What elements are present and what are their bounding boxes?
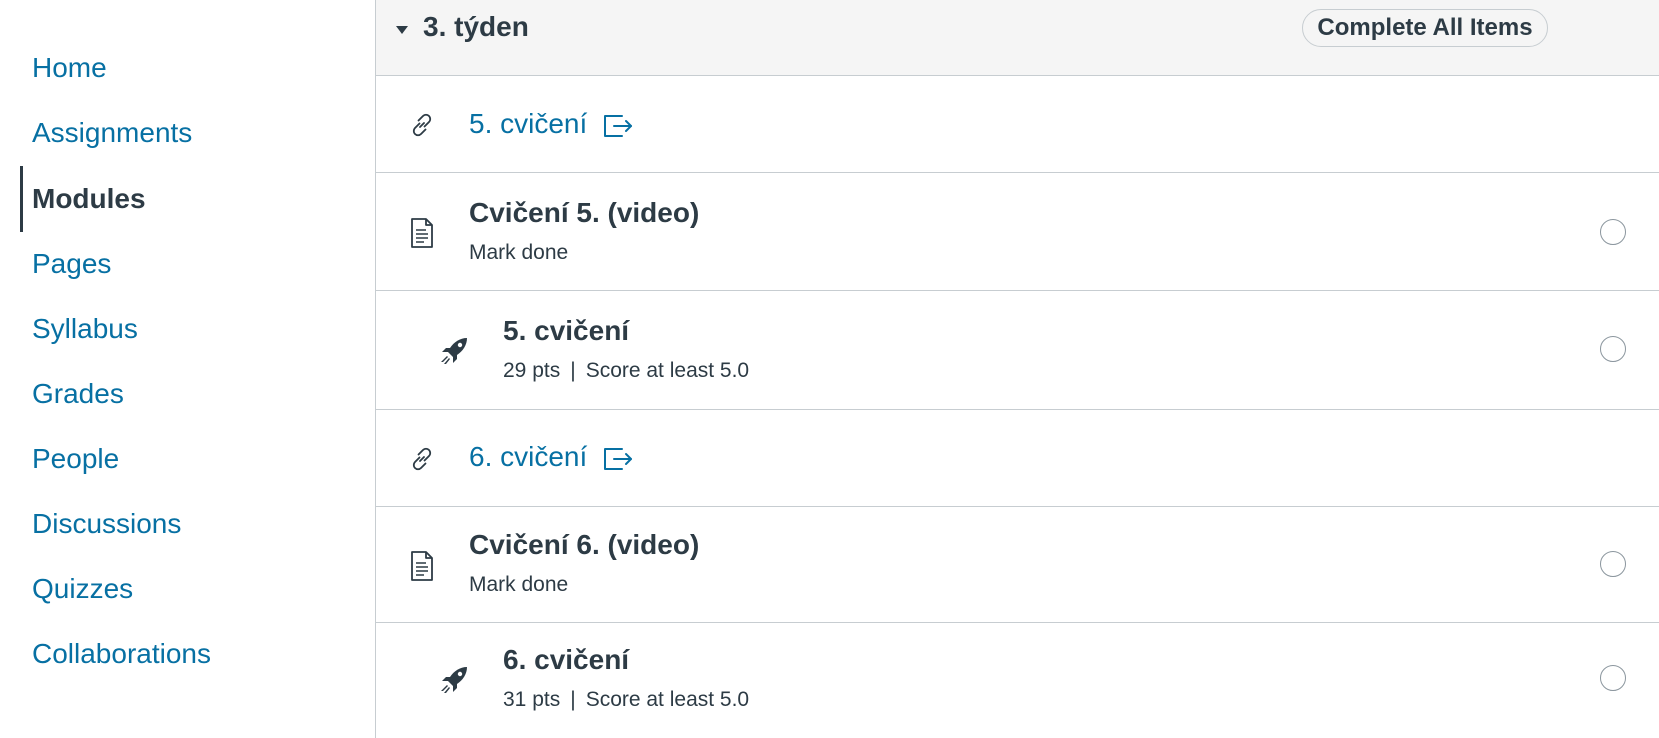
- points-text: 31 pts: [503, 688, 561, 711]
- nav-item-quizzes[interactable]: Quizzes: [32, 566, 133, 612]
- module-title: 3. týden: [423, 11, 529, 42]
- nav-item-syllabus[interactable]: Syllabus: [32, 306, 138, 352]
- separator: |: [570, 359, 576, 382]
- module-item-quiz: 5. cvičení 29 pts | Score at least 5.0: [376, 291, 1659, 410]
- nav-item-modules[interactable]: Modules: [32, 176, 146, 222]
- nav-item-collaborations[interactable]: Collaborations: [32, 631, 211, 677]
- separator: |: [570, 688, 576, 711]
- module-item-external-link: 5. cvičení: [376, 76, 1659, 173]
- module-header[interactable]: 3. týden Complete All Items: [376, 0, 1659, 76]
- rocket-icon: [441, 338, 467, 364]
- completion-status-circle: [1600, 665, 1626, 691]
- nav-item-pages[interactable]: Pages: [32, 241, 111, 287]
- module-item-quiz: 6. cvičení 31 pts | Score at least 5.0: [376, 623, 1659, 738]
- external-link-icon[interactable]: [602, 445, 634, 473]
- page-title[interactable]: Cvičení 6. (video): [469, 527, 699, 563]
- document-icon: [411, 218, 433, 248]
- points-text: 29 pts: [503, 359, 561, 382]
- document-icon: [411, 551, 433, 581]
- requirement-text: Score at least 5.0: [585, 688, 750, 711]
- course-navigation: Home Assignments Modules Pages Syllabus …: [0, 0, 376, 738]
- external-link-icon[interactable]: [602, 112, 634, 140]
- nav-item-home[interactable]: Home: [32, 45, 107, 91]
- nav-item-grades[interactable]: Grades: [32, 371, 124, 417]
- completion-status-circle: [1600, 551, 1626, 577]
- module-item-external-link: 6. cvičení: [376, 410, 1659, 507]
- quiz-details: 31 pts | Score at least 5.0: [503, 686, 749, 714]
- module-panel: 3. týden Complete All Items 5. cvičení C…: [375, 0, 1659, 738]
- requirement-text: Score at least 5.0: [585, 359, 750, 382]
- rocket-icon: [441, 667, 467, 693]
- nav-item-assignments[interactable]: Assignments: [32, 110, 192, 156]
- external-link-title[interactable]: 6. cvičení: [469, 439, 587, 475]
- module-item-page: Cvičení 6. (video) Mark done: [376, 507, 1659, 623]
- completion-status-circle: [1600, 219, 1626, 245]
- active-indicator: [20, 166, 23, 232]
- complete-all-items-button[interactable]: Complete All Items: [1302, 9, 1548, 47]
- page-title[interactable]: Cvičení 5. (video): [469, 195, 699, 231]
- link-icon: [412, 113, 432, 137]
- requirement-text: Mark done: [469, 573, 569, 596]
- link-icon: [412, 447, 432, 471]
- completion-status-circle: [1600, 336, 1626, 362]
- nav-item-discussions[interactable]: Discussions: [32, 501, 181, 547]
- quiz-title[interactable]: 6. cvičení: [503, 642, 629, 678]
- module-item-page: Cvičení 5. (video) Mark done: [376, 173, 1659, 291]
- external-link-title[interactable]: 5. cvičení: [469, 106, 587, 142]
- requirement-text: Mark done: [469, 241, 569, 264]
- caret-down-icon[interactable]: [396, 24, 408, 36]
- nav-item-people[interactable]: People: [32, 436, 119, 482]
- quiz-title[interactable]: 5. cvičení: [503, 313, 629, 349]
- quiz-details: 29 pts | Score at least 5.0: [503, 357, 749, 385]
